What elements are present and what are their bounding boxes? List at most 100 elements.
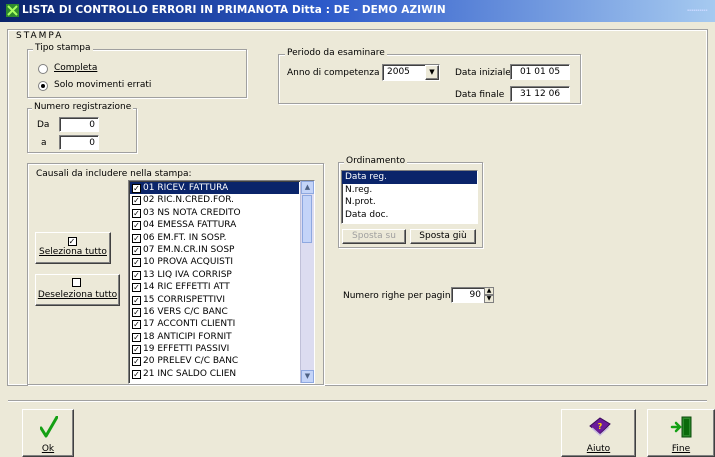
- list-item[interactable]: ✓ 21 INC SALDO CLIEN: [130, 368, 299, 380]
- list-item[interactable]: ✓ 18 ANTICIPI FORNIT: [130, 331, 299, 343]
- da-field[interactable]: 0: [59, 117, 99, 132]
- checkbox-icon[interactable]: ✓: [132, 245, 141, 255]
- svg-text:?: ?: [598, 422, 603, 431]
- list-item-label: 07 EM.N.CR.IN SOSP: [143, 244, 235, 255]
- ok-label: Ok: [41, 444, 55, 454]
- sposta-giu-button[interactable]: Sposta giù: [410, 229, 476, 244]
- chevron-down-icon[interactable]: ▼: [425, 65, 439, 80]
- list-item[interactable]: ✓ 20 PRELEV C/C BANC: [130, 355, 299, 367]
- scroll-up-icon[interactable]: ▲: [301, 181, 314, 194]
- window-title: LISTA DI CONTROLLO ERRORI IN PRIMANOTA D…: [22, 4, 446, 16]
- list-item[interactable]: ✓ 14 RIC EFFETTI ATT: [130, 281, 299, 293]
- a-label: a: [41, 138, 47, 148]
- anno-value: 2005: [387, 67, 410, 77]
- list-item[interactable]: Data doc.: [342, 209, 477, 222]
- seleziona-tutto-button[interactable]: ✓ Seleziona tutto: [35, 232, 111, 264]
- list-item[interactable]: ✓ 13 LIQ IVA CORRISP: [130, 269, 299, 281]
- radio-completa-circle[interactable]: [38, 64, 48, 74]
- da-label: Da: [37, 120, 50, 130]
- sposta-su-button[interactable]: Sposta su: [342, 229, 406, 244]
- causali-scrollbar[interactable]: ▲ ▼: [300, 181, 314, 383]
- scroll-thumb[interactable]: [302, 195, 312, 243]
- list-item[interactable]: N.prot.: [342, 196, 477, 209]
- numero-registrazione-legend: Numero registrazione: [32, 102, 134, 112]
- a-field[interactable]: 0: [59, 135, 99, 150]
- list-item[interactable]: ✓ 15 CORRISPETTIVI: [130, 294, 299, 306]
- checkbox-icon[interactable]: ✓: [132, 208, 141, 218]
- list-item[interactable]: Data reg.: [342, 171, 477, 184]
- title-bar: LISTA DI CONTROLLO ERRORI IN PRIMANOTA D…: [0, 0, 715, 22]
- ok-button[interactable]: Ok: [22, 409, 74, 457]
- data-finale-mm: 12: [534, 89, 546, 99]
- checkbox-icon[interactable]: ✓: [132, 369, 141, 379]
- list-item[interactable]: ✓ 02 RIC.N.CRED.FOR.: [130, 194, 299, 206]
- list-item-label: 01 RICEV. FATTURA: [143, 183, 229, 193]
- data-finale-field[interactable]: 31 12 06: [510, 86, 570, 102]
- causali-label: Causali da includere nella stampa:: [36, 169, 192, 179]
- data-iniziale-label: Data iniziale: [455, 68, 511, 78]
- title-dots: ··········: [686, 6, 708, 15]
- ordinamento-list[interactable]: Data reg. N.reg. N.prot. Data doc.: [341, 170, 478, 224]
- radio-solo-errati[interactable]: Solo movimenti errati: [38, 80, 178, 92]
- checkbox-icon[interactable]: ✓: [132, 258, 141, 268]
- aiuto-label: Aiuto: [586, 444, 611, 454]
- list-item-label: 19 EFFETTI PASSIVI: [143, 344, 230, 355]
- causali-items: ✓ 01 RICEV. FATTURA ✓ 02 RIC.N.CRED.FOR. ✓…: [130, 182, 299, 380]
- list-item[interactable]: ✓ 06 EM.FT. IN SOSP.: [130, 232, 299, 244]
- checkbox-empty-icon: [72, 278, 81, 287]
- list-item[interactable]: ✓ 01 RICEV. FATTURA: [130, 182, 299, 195]
- checkbox-icon[interactable]: ✓: [132, 320, 141, 330]
- data-iniziale-field[interactable]: 01 01 05: [510, 64, 570, 80]
- radio-solo-errati-label: Solo movimenti errati: [54, 80, 152, 90]
- causali-list[interactable]: ✓ 01 RICEV. FATTURA ✓ 02 RIC.N.CRED.FOR. ✓…: [128, 180, 315, 384]
- righe-pagina-field[interactable]: 90: [451, 287, 485, 303]
- list-item-label: 20 PRELEV C/C BANC: [143, 356, 239, 367]
- list-item-label: 14 RIC EFFETTI ATT: [143, 282, 230, 293]
- spin-up-icon[interactable]: ▲: [484, 287, 494, 295]
- checkbox-icon[interactable]: ✓: [132, 233, 141, 243]
- checkbox-icon[interactable]: ✓: [132, 283, 141, 293]
- list-item[interactable]: ✓ 03 NS NOTA CREDITO: [130, 207, 299, 219]
- list-item-label: 13 LIQ IVA CORRISP: [143, 269, 232, 280]
- radio-completa-label: Completa: [54, 63, 98, 73]
- list-item[interactable]: N.reg.: [342, 184, 477, 197]
- list-item[interactable]: ✓ 19 EFFETTI PASSIVI: [130, 343, 299, 355]
- anno-select[interactable]: 2005 ▼: [382, 64, 440, 81]
- data-iniziale-mm: 01: [534, 67, 546, 77]
- list-item[interactable]: ✓ 16 VERS C/C BANC: [130, 306, 299, 318]
- exit-door-icon: [670, 416, 692, 438]
- checkbox-icon[interactable]: ✓: [132, 196, 141, 206]
- checkbox-icon[interactable]: ✓: [132, 295, 141, 305]
- radio-completa[interactable]: Completa: [38, 63, 158, 75]
- aiuto-button[interactable]: ? Aiuto: [561, 409, 636, 457]
- deseleziona-tutto-button[interactable]: Deseleziona tutto: [35, 274, 120, 306]
- tipo-stampa-legend: Tipo stampa: [33, 43, 93, 53]
- checkbox-icon[interactable]: ✓: [132, 345, 141, 355]
- list-item[interactable]: ✓ 04 EMESSA FATTURA: [130, 219, 299, 231]
- list-item-label: 06 EM.FT. IN SOSP.: [143, 232, 227, 243]
- fine-button[interactable]: Fine: [647, 409, 715, 457]
- list-item-label: 21 INC SALDO CLIEN: [143, 368, 237, 379]
- list-item-label: 02 RIC.N.CRED.FOR.: [143, 195, 235, 206]
- checkbox-icon[interactable]: ✓: [132, 221, 141, 231]
- checkbox-icon[interactable]: ✓: [132, 357, 141, 367]
- list-item-label: 10 PROVA ACQUISTI: [143, 257, 233, 268]
- data-finale-label: Data finale: [455, 90, 505, 100]
- spin-down-icon[interactable]: ▼: [484, 295, 494, 303]
- list-item[interactable]: ✓ 07 EM.N.CR.IN SOSP: [130, 244, 299, 256]
- checkbox-icon[interactable]: ✓: [132, 184, 141, 193]
- stampa-legend: STAMPA: [14, 31, 66, 41]
- checkbox-icon[interactable]: ✓: [132, 270, 141, 280]
- help-book-icon: ?: [589, 417, 611, 436]
- checkbox-icon[interactable]: ✓: [132, 307, 141, 317]
- scroll-down-icon[interactable]: ▼: [301, 370, 314, 383]
- radio-solo-errati-circle[interactable]: [38, 81, 48, 91]
- periodo-legend: Periodo da esaminare: [285, 48, 387, 58]
- righe-pagina-label: Numero righe per pagina: [343, 291, 457, 301]
- list-item-label: 17 ACCONTI CLIENTI: [143, 319, 236, 330]
- checkbox-icon[interactable]: ✓: [132, 332, 141, 342]
- checkbox-checked-icon: ✓: [67, 237, 77, 246]
- list-item[interactable]: ✓ 17 ACCONTI CLIENTI: [130, 318, 299, 330]
- list-item[interactable]: ✓ 10 PROVA ACQUISTI: [130, 256, 299, 268]
- ordinamento-legend: Ordinamento: [344, 156, 408, 166]
